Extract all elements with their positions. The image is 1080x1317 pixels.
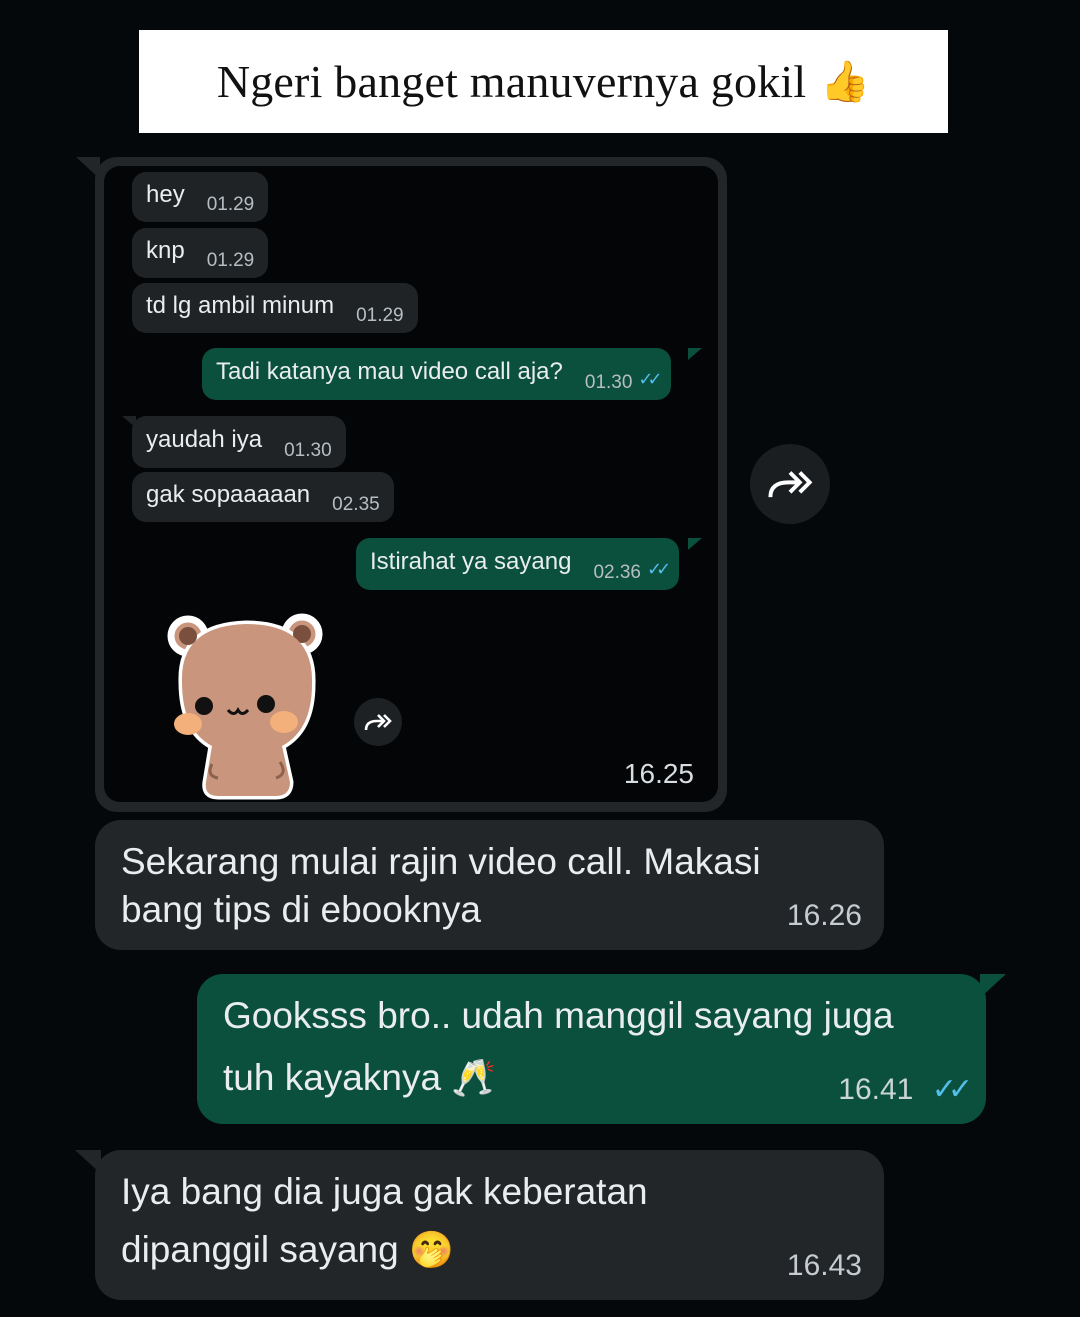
double-check-icon: ✓✓ xyxy=(638,369,662,389)
embedded-message: gak sopaaaaan 02.35 xyxy=(132,472,394,522)
caption-banner: Ngeri banget manuvernya gokil 👍 xyxy=(139,30,948,133)
message-time: 16.26 xyxy=(786,899,862,932)
caption-text: Ngeri banget manuvernya gokil xyxy=(216,56,807,107)
bubble-tail xyxy=(688,348,702,360)
embedded-message-outgoing: Tadi katanya mau video call aja? 01.30 ✓… xyxy=(202,348,671,400)
embedded-message-time: 02.35 xyxy=(332,494,380,515)
forward-button[interactable] xyxy=(750,444,830,524)
embedded-message-text: yaudah iya xyxy=(146,426,263,453)
message-text-line: dipanggil sayang xyxy=(121,1229,399,1270)
message-time: 16.43 xyxy=(786,1249,862,1282)
double-check-icon: ✓✓ xyxy=(931,1073,973,1106)
embedded-message-time: 01.30 xyxy=(284,440,332,461)
clinking-glasses-emoji: 🥂 xyxy=(451,1058,497,1099)
embedded-message-text: Istirahat ya sayang xyxy=(370,548,572,575)
message-time-wrap: 16.41 ✓✓ xyxy=(838,1066,973,1114)
message-time: 16.41 xyxy=(838,1073,914,1106)
message-bubble-incoming[interactable]: Sekarang mulai rajin video call. Makasi … xyxy=(95,820,884,950)
embedded-message-text: knp xyxy=(146,237,185,264)
forward-button[interactable] xyxy=(354,698,402,746)
embedded-message-outgoing: Istirahat ya sayang 02.36 ✓✓ xyxy=(356,538,680,590)
embedded-message-text: Tadi katanya mau video call aja? xyxy=(216,358,563,385)
double-check-icon: ✓✓ xyxy=(647,559,671,579)
embedded-message: hey 01.29 xyxy=(132,172,269,222)
message-bubble-outgoing[interactable]: Gooksss bro.. udah manggil sayang juga t… xyxy=(197,974,986,1124)
embedded-message-text: td lg ambil minum xyxy=(146,292,335,319)
forward-icon xyxy=(364,714,392,731)
embedded-message-text: hey xyxy=(146,181,185,208)
message-time: 16.25 xyxy=(623,758,694,789)
message-text-line: bang tips di ebooknya xyxy=(121,889,481,930)
thumbs-up-emoji: 👍 xyxy=(820,59,871,105)
message-text-line: Gooksss bro.. udah manggil sayang juga xyxy=(223,995,894,1036)
embedded-message-time: 01.29 xyxy=(356,305,404,326)
embedded-chat-screenshot[interactable]: hey 01.29 knp 01.29 td lg ambil minum 01… xyxy=(104,166,718,802)
embedded-message-time: 01.29 xyxy=(206,250,255,271)
embedded-message-time: 02.36 xyxy=(593,562,641,583)
embedded-message-text: gak sopaaaaan xyxy=(146,481,311,508)
hand-over-mouth-emoji: 🤭 xyxy=(409,1230,454,1271)
message-bubble-incoming[interactable]: Iya bang dia juga gak keberatan dipanggi… xyxy=(95,1150,884,1300)
chat-screenshot: Ngeri banget manuvernya gokil 👍 hey 01.2… xyxy=(0,0,1080,1317)
bear-sticker[interactable] xyxy=(162,612,332,802)
embedded-message: knp 01.29 xyxy=(132,228,269,278)
message-text-line: tuh kayaknya xyxy=(223,1057,442,1098)
embedded-message-time: 01.29 xyxy=(206,194,255,215)
forward-icon xyxy=(768,471,813,498)
embedded-message-time: 01.30 xyxy=(584,372,633,393)
message-text-line-wrap: dipanggil sayang 🤭 xyxy=(121,1226,858,1275)
bubble-tail xyxy=(688,538,702,550)
embedded-message: yaudah iya 01.30 xyxy=(132,416,346,468)
message-text-line: Sekarang mulai rajin video call. Makasi xyxy=(121,841,761,882)
message-text-line: Iya bang dia juga gak keberatan xyxy=(121,1171,648,1212)
embedded-message: td lg ambil minum 01.29 xyxy=(132,283,418,333)
